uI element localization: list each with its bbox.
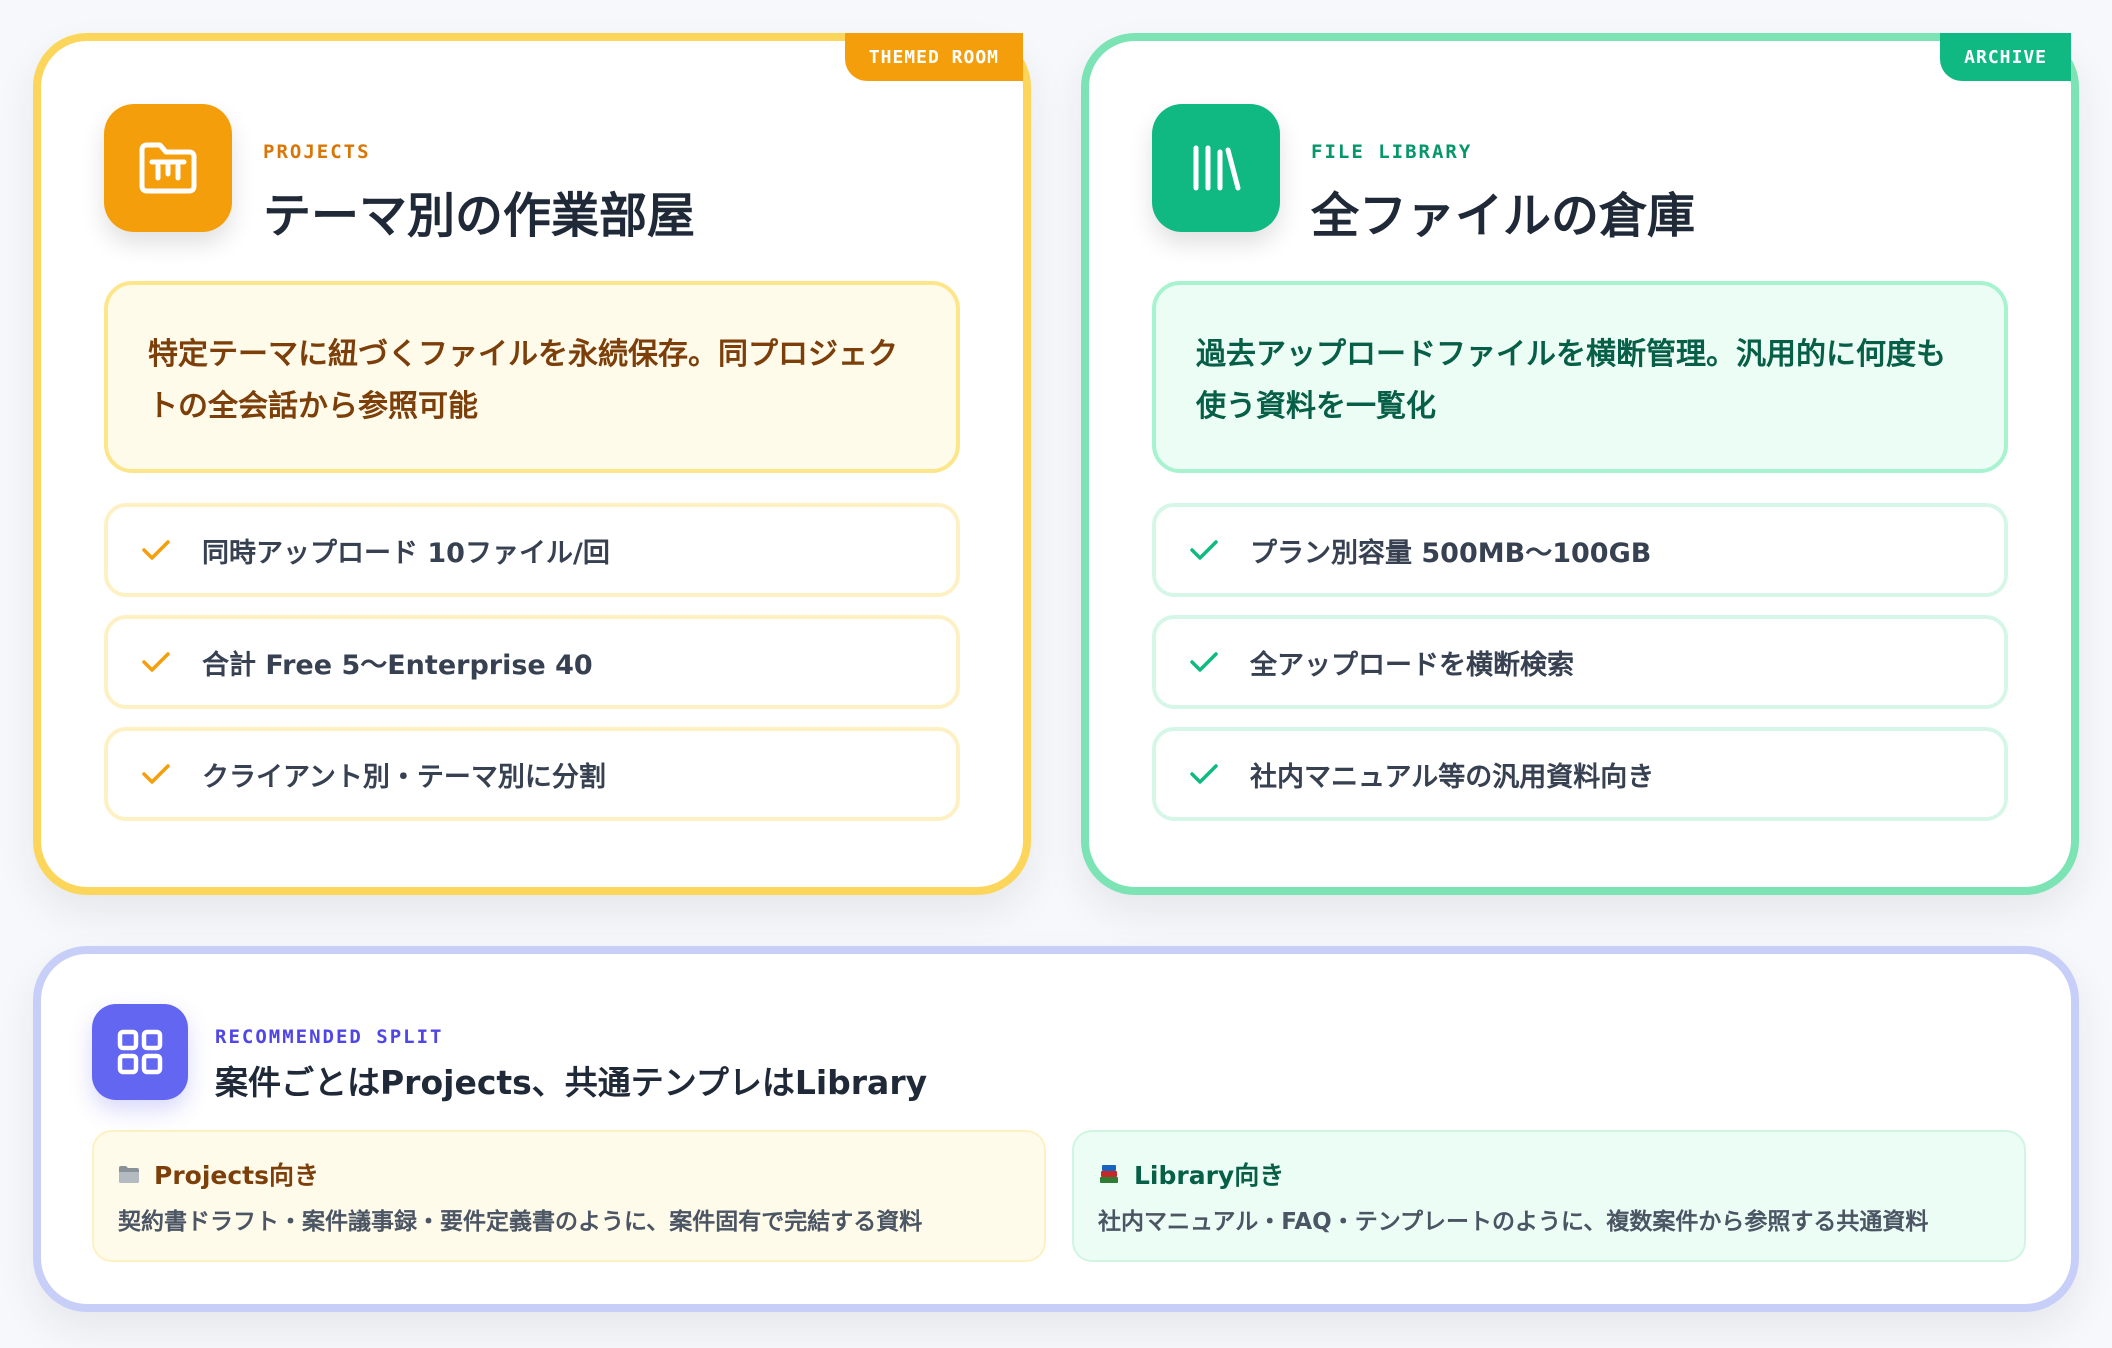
feature-label: 社内マニュアル等の汎用資料向き <box>1250 761 1655 793</box>
projects-usecase-box: Projects向き 契約書ドラフト・案件議事録・要件定義書のように、案件固有で… <box>92 1130 1046 1262</box>
library-feature-2: 全アップロードを横断検索 <box>1152 615 2008 709</box>
recommended-eyebrow: RECOMMENDED SPLIT <box>215 1026 444 1048</box>
library-icon <box>1152 104 1280 232</box>
feature-label: プラン別容量 500MB〜100GB <box>1250 537 1652 569</box>
themed-room-tag: THEMED ROOM <box>844 33 1023 81</box>
check-icon <box>1190 652 1218 672</box>
projects-feature-1: 同時アップロード 10ファイル/回 <box>104 503 960 597</box>
recommended-title: 案件ごとはProjects、共通テンプレはLibrary <box>215 1063 928 1102</box>
library-usecase-box: Library向き 社内マニュアル・FAQ・テンプレートのように、複数案件から参… <box>1072 1130 2026 1262</box>
feature-label: 合計 Free 5〜Enterprise 40 <box>202 649 593 681</box>
projects-feature-3: クライアント別・テーマ別に分割 <box>104 727 960 821</box>
projects-title: テーマ別の作業部屋 <box>263 188 696 244</box>
recommended-card: RECOMMENDED SPLIT 案件ごとはProjects、共通テンプレはL… <box>33 946 2079 1312</box>
projects-description: 特定テーマに紐づくファイルを永続保存。同プロジェクトの全会話から参照可能 <box>104 281 960 473</box>
feature-label: クライアント別・テーマ別に分割 <box>202 761 606 793</box>
library-feature-3: 社内マニュアル等の汎用資料向き <box>1152 727 2008 821</box>
library-title: 全ファイルの倉庫 <box>1311 188 1696 244</box>
check-icon <box>1190 764 1218 784</box>
projects-card: THEMED ROOM PROJECTS テーマ別の作業部屋 特定テーマに紐づく… <box>33 33 1031 895</box>
library-usecase-label: Library向き <box>1134 1161 1285 1190</box>
projects-feature-2: 合計 Free 5〜Enterprise 40 <box>104 615 960 709</box>
check-icon <box>142 540 170 560</box>
archive-tag: ARCHIVE <box>1940 33 2071 81</box>
books-emoji-icon <box>1100 1165 1118 1183</box>
library-description: 過去アップロードファイルを横断管理。汎用的に何度も使う資料を一覧化 <box>1152 281 2008 473</box>
library-feature-1: プラン別容量 500MB〜100GB <box>1152 503 2008 597</box>
grid-icon <box>92 1004 188 1100</box>
feature-label: 同時アップロード 10ファイル/回 <box>202 537 610 569</box>
library-usecase-text: 社内マニュアル・FAQ・テンプレートのように、複数案件から参照する共通資料 <box>1098 1209 1929 1235</box>
projects-usecase-label: Projects向き <box>154 1161 320 1190</box>
check-icon <box>1190 540 1218 560</box>
check-icon <box>142 764 170 784</box>
projects-eyebrow: PROJECTS <box>263 141 371 163</box>
check-icon <box>142 652 170 672</box>
library-eyebrow: FILE LIBRARY <box>1311 141 1473 163</box>
feature-label: 全アップロードを横断検索 <box>1250 649 1574 681</box>
folder-icon <box>104 104 232 232</box>
folder-emoji-icon <box>119 1166 139 1183</box>
projects-usecase-text: 契約書ドラフト・案件議事録・要件定義書のように、案件固有で完結する資料 <box>118 1209 923 1235</box>
library-card: ARCHIVE FILE LIBRARY 全ファイルの倉庫 過去アップロードファ… <box>1081 33 2079 895</box>
